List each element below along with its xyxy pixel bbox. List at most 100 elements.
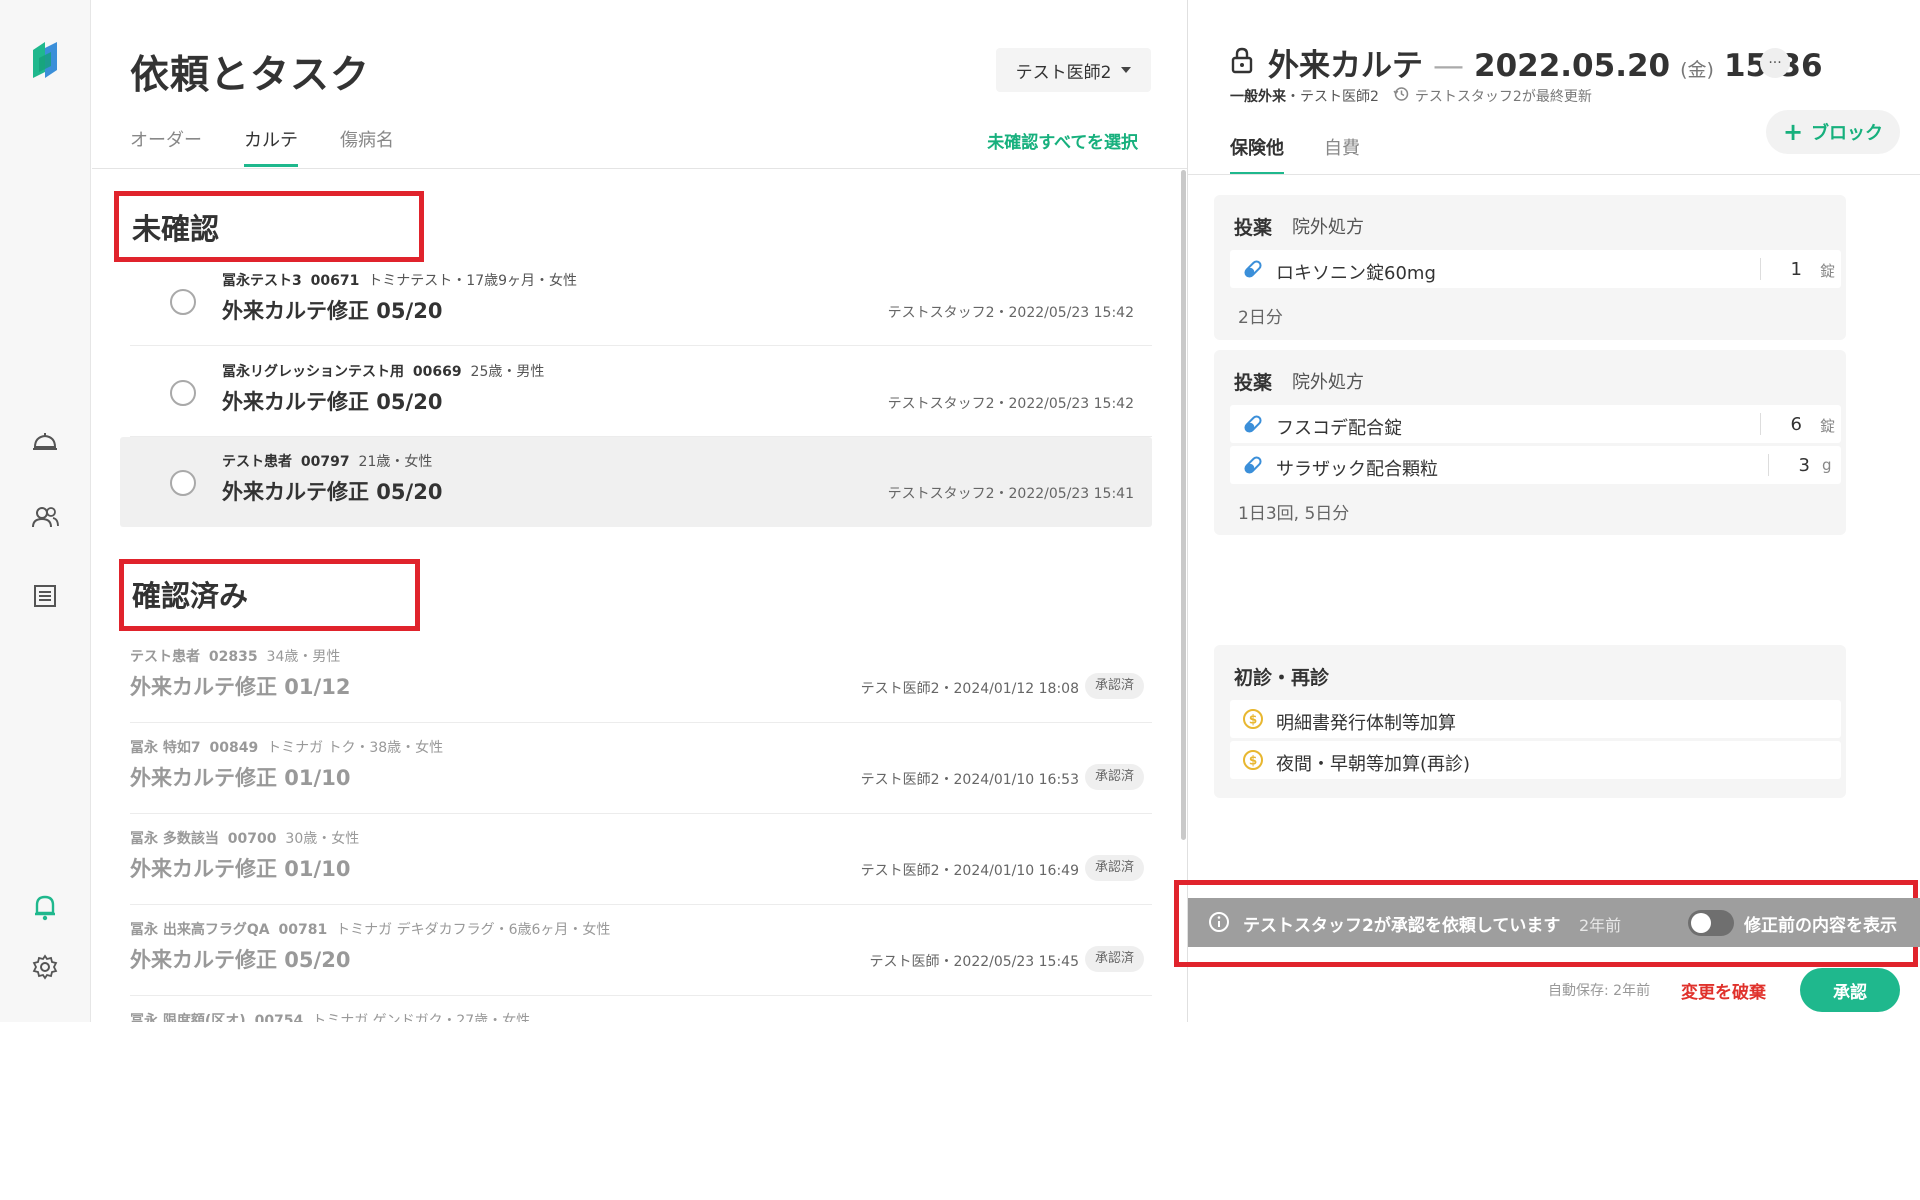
patient-name: 冨永テスト3: [222, 273, 302, 289]
divider: [1760, 413, 1761, 435]
reception-bell-icon[interactable]: [30, 426, 60, 456]
record-title: 外来カルテ — 2022.05.20 (金) 15:36: [1268, 40, 1823, 85]
patient-meta: 冨永 出来高フラグQA 00781 トミナガ デキダカフラグ・6歳6ヶ月・女性: [130, 919, 610, 939]
patient-meta: 冨永 限度額(区オ) 00754 トミナガ ゲンドガク・27歳・女性: [130, 1010, 530, 1022]
list-item[interactable]: 冨永リグレッションテスト用 00669 25歳・男性 外来カルテ修正 05/20…: [130, 347, 1152, 437]
list-item[interactable]: 冨永 出来高フラグQA 00781 トミナガ デキダカフラグ・6歳6ヶ月・女性 …: [130, 905, 1152, 996]
patient-id: 00781: [278, 922, 328, 938]
item-stamp: テスト医師2・2024/01/10 16:53: [860, 772, 1079, 788]
approval-request-bar: テストスタッフ2が承認を依頼しています 2年前 修正前の内容を表示: [1188, 898, 1920, 947]
item-stamp: テストスタッフ2・2022/05/23 15:42: [887, 305, 1134, 321]
list-icon[interactable]: [30, 581, 60, 611]
item-stamp: テスト医師・2022/05/23 15:45: [869, 954, 1080, 970]
tabs-divider: [92, 168, 1187, 169]
doctor-select-value: テスト医師2: [1015, 62, 1112, 83]
patient-info: トミナテスト・17歳9ヶ月・女性: [368, 273, 578, 289]
item-title: 外来カルテ修正 01/10: [130, 857, 351, 881]
item-stamp: テスト医師2・2024/01/10 16:49: [860, 863, 1079, 879]
status-badge: 承認済: [1084, 855, 1144, 881]
list-item[interactable]: 冨永テスト3 00671 トミナテスト・17歳9ヶ月・女性 外来カルテ修正 05…: [130, 256, 1152, 346]
tab-self-pay[interactable]: 自費: [1324, 134, 1360, 175]
medication-card[interactable]: 投薬 院外処方 ロキソニン錠60mg 1 錠 2日分: [1214, 195, 1846, 340]
confirmed-section-title: 確認済み: [132, 579, 249, 613]
medication-row[interactable]: フスコデ配合錠 6 錠: [1230, 405, 1841, 443]
medication-row[interactable]: ロキソニン錠60mg 1 錠: [1230, 250, 1841, 288]
toggle-knob: [1691, 913, 1711, 933]
svg-text:$: $: [1249, 754, 1257, 768]
patient-id: 02835: [208, 649, 258, 665]
patient-id: 00671: [310, 273, 360, 289]
pill-icon: [1242, 413, 1264, 439]
patient-id: 00797: [300, 454, 350, 470]
patient-info: 25歳・男性: [470, 364, 545, 380]
select-radio[interactable]: [170, 289, 196, 315]
users-icon[interactable]: [30, 502, 60, 532]
patient-name: 冨永 出来高フラグQA: [130, 922, 270, 938]
request-time-ago: 2年前: [1579, 916, 1622, 935]
list-item[interactable]: 冨永 特如7 00849 トミナガ トク・38歳・女性 外来カルテ修正 01/1…: [130, 723, 1152, 814]
tab-order[interactable]: オーダー: [130, 126, 202, 167]
task-list-panel: 依頼とタスク テスト医師2 オーダー カルテ 傷病名 未確認すべてを選択 未確認…: [92, 0, 1187, 1022]
gear-icon[interactable]: [30, 952, 60, 982]
visit-fee-card[interactable]: 初診・再診 $ 明細書発行体制等加算 $ 夜間・早朝等加算(再診): [1214, 645, 1846, 798]
plus-icon: +: [1782, 118, 1804, 146]
card-header: 投薬 院外処方: [1234, 368, 1364, 395]
dosage-note: 2日分: [1238, 308, 1283, 328]
tab-insurance[interactable]: 保険他: [1230, 134, 1284, 175]
tab-diagnosis[interactable]: 傷病名: [340, 126, 394, 167]
patient-meta: 冨永リグレッションテスト用 00669 25歳・男性: [222, 361, 544, 381]
medication-unit: 錠: [1820, 262, 1836, 280]
record-day-of-week: (金): [1680, 59, 1714, 81]
medication-qty: 1: [1790, 259, 1802, 280]
item-title: 外来カルテ修正 05/20: [222, 390, 443, 414]
list-item-selected[interactable]: テスト患者 00797 21歳・女性 外来カルテ修正 05/20 テストスタッフ…: [120, 437, 1152, 527]
medication-card[interactable]: 投薬 院外処方 フスコデ配合錠 6 錠 サラザック配合顆粒 3 g 1日3回, …: [1214, 350, 1846, 535]
patient-id: 00669: [412, 364, 462, 380]
card-kind: 投薬: [1234, 217, 1273, 239]
show-original-toggle[interactable]: [1688, 910, 1734, 936]
select-all-unconfirmed-link[interactable]: 未確認すべてを選択: [987, 128, 1138, 153]
status-badge: 承認済: [1084, 764, 1144, 790]
item-stamp: テストスタッフ2・2022/05/23 15:41: [887, 486, 1134, 502]
select-radio[interactable]: [170, 470, 196, 496]
notification-bell-icon[interactable]: [30, 892, 60, 922]
list-item[interactable]: 冨永 多数該当 00700 30歳・女性 外来カルテ修正 01/10 テスト医師…: [130, 814, 1152, 905]
patient-info: トミナガ デキダカフラグ・6歳6ヶ月・女性: [336, 922, 611, 938]
medication-name: フスコデ配合錠: [1276, 418, 1402, 439]
discard-changes-button[interactable]: 変更を破棄: [1681, 978, 1766, 1003]
doctor-select[interactable]: テスト医師2: [996, 48, 1151, 92]
info-icon: [1208, 911, 1230, 937]
item-stamp: テスト医師2・2024/01/12 18:08: [860, 681, 1079, 697]
medication-name: サラザック配合顆粒: [1276, 459, 1438, 480]
medication-unit: 錠: [1820, 417, 1836, 435]
item-title: 外来カルテ修正 05/20: [222, 299, 443, 323]
patient-meta: テスト患者 00797 21歳・女性: [222, 451, 432, 471]
record-date: 2022.05.20: [1474, 48, 1671, 84]
dosage-note: 1日3回, 5日分: [1238, 504, 1350, 524]
scrollbar[interactable]: [1181, 170, 1186, 840]
patient-name: テスト患者: [222, 454, 292, 470]
tab-karte[interactable]: カルテ: [244, 126, 298, 167]
record-detail-panel: 外来カルテ — 2022.05.20 (金) 15:36 ··· 一般外来・テス…: [1174, 0, 1920, 1022]
autosave-status: 自動保存: 2年前: [1548, 983, 1651, 999]
item-title: 外来カルテ修正 01/12: [130, 675, 351, 699]
app-window: 依頼とタスク テスト医師2 オーダー カルテ 傷病名 未確認すべてを選択 未確認…: [0, 0, 1920, 1022]
card-kind: 投薬: [1234, 372, 1273, 394]
fee-row[interactable]: $ 夜間・早朝等加算(再診): [1230, 741, 1841, 779]
select-radio[interactable]: [170, 380, 196, 406]
card-kind: 初診・再診: [1234, 667, 1330, 689]
more-options-button[interactable]: ···: [1760, 48, 1790, 78]
divider: [1768, 454, 1769, 476]
fee-row[interactable]: $ 明細書発行体制等加算: [1230, 700, 1841, 738]
medication-row[interactable]: サラザック配合顆粒 3 g: [1230, 446, 1841, 484]
card-header: 投薬 院外処方: [1234, 213, 1364, 240]
add-block-button[interactable]: + ブロック: [1766, 110, 1900, 154]
patient-meta: 冨永 特如7 00849 トミナガ トク・38歳・女性: [130, 737, 443, 757]
brand-logo[interactable]: [29, 38, 61, 82]
patient-meta: 冨永テスト3 00671 トミナテスト・17歳9ヶ月・女性: [222, 270, 577, 290]
list-item[interactable]: テスト患者 02835 34歳・男性 外来カルテ修正 01/12 テスト医師2・…: [130, 632, 1152, 723]
approve-button[interactable]: 承認: [1800, 968, 1900, 1012]
patient-info: トミナガ ゲンドガク・27歳・女性: [312, 1013, 531, 1022]
list-item[interactable]: 冨永 限度額(区オ) 00754 トミナガ ゲンドガク・27歳・女性: [130, 996, 1152, 1022]
item-title: 外来カルテ修正 05/20: [130, 948, 351, 972]
